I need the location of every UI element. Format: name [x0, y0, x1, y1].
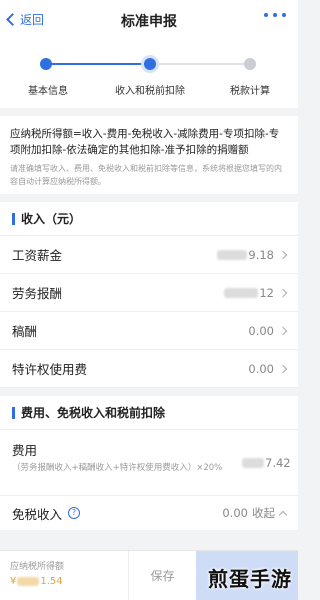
exempt-income-label: 免税收入	[12, 506, 63, 522]
income-row-franchise[interactable]: 特许权使用费 0.00	[0, 350, 298, 388]
row-label: 工资薪金	[12, 248, 63, 263]
income-section-header: 收入（元）	[0, 202, 298, 236]
expense-row[interactable]: 费用 （劳务报酬收入+稿酬收入+特许权使用费收入）×20% 7.42	[0, 430, 298, 496]
section-marker	[12, 212, 15, 225]
save-button[interactable]: 保存	[128, 551, 196, 600]
taxable-income-summary: 应纳税所得额 ¥ 1.54	[0, 551, 128, 600]
chevron-right-icon	[278, 326, 288, 335]
step-dot-tax-calc	[244, 58, 256, 70]
chevron-right-icon	[295, 458, 298, 468]
taxable-income-value: 1.54	[40, 576, 63, 587]
watermark-logo: 煎蛋手游	[208, 567, 292, 591]
chevron-right-icon	[278, 364, 288, 373]
formula-card: 应纳税所得额=收入-费用-免税收入-减除费用-专项扣除-专项附加扣除-依法确定的…	[0, 116, 298, 194]
row-label: 特许权使用费	[12, 362, 88, 377]
nav-bar: 返回 标准申报	[0, 0, 298, 40]
row-value: 0.00	[248, 361, 274, 376]
stepper-line-done	[46, 63, 150, 65]
currency-symbol: ¥	[10, 576, 17, 587]
chevron-up-icon	[278, 510, 288, 520]
step-label-basic-info: 基本信息	[28, 86, 68, 97]
help-icon[interactable]: ?	[68, 507, 81, 519]
step-dot-income	[144, 58, 156, 70]
deductions-section-header: 费用、免税收入和税前扣除	[0, 396, 298, 430]
expense-label: 费用	[12, 443, 38, 458]
income-row-salary[interactable]: 工资薪金 9.18	[0, 236, 298, 274]
taxable-income-label: 应纳税所得额	[10, 562, 65, 572]
income-section-title: 收入（元）	[21, 212, 82, 226]
row-label: 稿酬	[12, 324, 38, 339]
income-row-labor[interactable]: 劳务报酬 12	[0, 274, 298, 312]
exempt-income-row[interactable]: 免税收入 ? 0.00 收起	[0, 496, 298, 530]
row-value: 12	[259, 285, 274, 300]
expense-formula: （劳务报酬收入+稿酬收入+特许权使用费收入）×20%	[12, 463, 223, 473]
chevron-right-icon	[278, 250, 288, 259]
formula-tip: 请准确填写收入、费用、免税收入和税前扣除等信息，系统将根据您填写的内容自动计算应…	[10, 164, 282, 186]
masked-value	[224, 287, 259, 298]
more-options-icon[interactable]	[264, 13, 286, 17]
expense-value: 7.42	[265, 456, 291, 470]
progress-stepper: 基本信息 收入和税前扣除 税款计算	[0, 40, 298, 108]
row-label: 劳务报酬	[12, 286, 63, 301]
income-row-royalty[interactable]: 稿酬 0.00	[0, 312, 298, 350]
step-label-income: 收入和税前扣除	[115, 86, 185, 97]
step-label-tax-calc: 税款计算	[230, 86, 270, 97]
exempt-income-value: 0.00	[222, 506, 248, 520]
masked-value	[17, 577, 40, 586]
tax-declaration-screen: 返回 标准申报 基本信息 收入和税前扣除 税款计算 应纳税所得额=收入-费用-免…	[0, 0, 298, 600]
divider	[0, 108, 298, 116]
row-value: 0.00	[248, 323, 274, 338]
row-value: 9.18	[248, 247, 274, 262]
masked-value	[217, 249, 248, 260]
divider	[0, 194, 298, 202]
chevron-right-icon	[278, 288, 288, 297]
section-marker	[12, 406, 15, 419]
page-title: 标准申报	[121, 14, 177, 30]
taxable-income-formula: 应纳税所得额=收入-费用-免税收入-减除费用-专项扣除-专项附加扣除-依法确定的…	[10, 128, 280, 156]
step-dot-basic-info	[40, 58, 52, 70]
divider	[0, 388, 298, 396]
collapse-toggle[interactable]: 收起	[252, 505, 275, 521]
stepper-line-todo	[150, 63, 250, 65]
deductions-section-title: 费用、免税收入和税前扣除	[21, 406, 166, 420]
masked-value	[242, 458, 264, 468]
